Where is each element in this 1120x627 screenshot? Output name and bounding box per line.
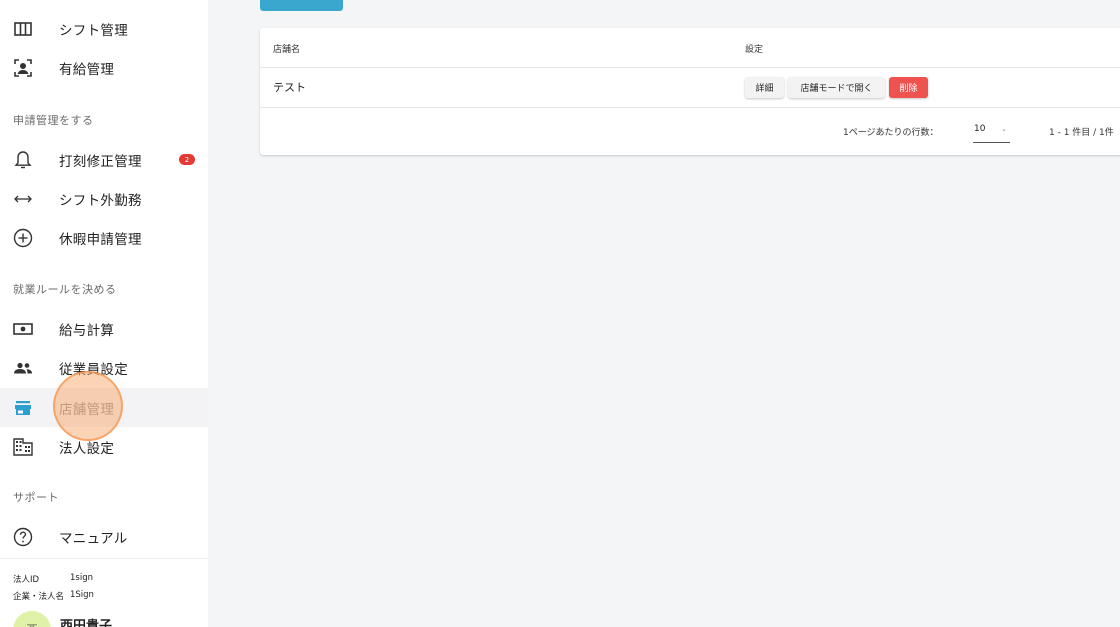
corp-id-value: 1sign: [70, 573, 93, 583]
sidebar-item-label: 給与計算: [59, 322, 115, 339]
avatar[interactable]: 西: [13, 611, 51, 627]
sidebar-item-label: 休暇申請管理: [59, 231, 142, 248]
delete-button[interactable]: 削除: [889, 77, 928, 98]
money-icon: [12, 318, 34, 340]
notification-badge: 2: [179, 154, 195, 165]
sidebar-item-employee-settings[interactable]: 従業員設定: [0, 348, 208, 387]
bell-icon: [12, 149, 34, 171]
column-header-store-name: 店舗名: [273, 45, 301, 55]
people-icon: [12, 357, 34, 379]
pagination-range: 1 - 1 件目 / 1件: [1049, 128, 1114, 138]
sidebar-item-punch-correction[interactable]: 打刻修正管理 2: [0, 140, 208, 179]
rows-per-page-value: 10: [974, 124, 986, 134]
store-table: 店舗名 設定 テスト 詳細 店舗モードで開く 削除 1ページあたりの行数： 10…: [260, 28, 1120, 155]
sidebar-item-store-management[interactable]: 店舗管理: [0, 388, 208, 427]
sidebar-item-payroll[interactable]: 給与計算: [0, 309, 208, 348]
open-store-mode-button[interactable]: 店舗モードで開く: [788, 77, 885, 98]
help-circle-icon: [12, 526, 34, 548]
add-circle-icon: [12, 227, 34, 249]
corp-name-row: 企業・法人名 1Sign: [13, 590, 94, 602]
row-divider: [260, 107, 1120, 108]
section-label-rules: 就業ルールを決める: [13, 283, 117, 296]
corp-id-row: 法人ID 1sign: [13, 573, 93, 585]
rows-per-page-select[interactable]: 10 ⌄: [973, 121, 1010, 143]
corp-id-label: 法人ID: [13, 575, 40, 585]
sidebar: シフト管理 有給管理 申請管理をする 打刻修正管理 2 シフト外勤務 休暇申請管…: [0, 0, 208, 627]
building-icon: [12, 436, 34, 458]
user-name[interactable]: 西田貴子: [60, 615, 112, 627]
corp-name-value: 1Sign: [70, 590, 94, 600]
columns-icon: [12, 18, 34, 40]
column-header-settings: 設定: [745, 45, 764, 55]
sidebar-item-label: 打刻修正管理: [59, 153, 142, 170]
sidebar-item-leave-request[interactable]: 休暇申請管理: [0, 218, 208, 257]
sidebar-item-label: シフト管理: [59, 22, 128, 39]
sidebar-item-paid-leave[interactable]: 有給管理: [0, 48, 208, 87]
store-name-cell: テスト: [273, 81, 306, 94]
store-icon: [12, 397, 34, 419]
rows-per-page-label: 1ページあたりの行数：: [843, 128, 939, 138]
section-label-requests: 申請管理をする: [13, 114, 94, 127]
sidebar-item-label: 有給管理: [59, 61, 115, 78]
sidebar-divider: [0, 558, 208, 559]
section-label-support: サポート: [13, 491, 59, 504]
person-frame-icon: [12, 57, 34, 79]
add-store-button[interactable]: [260, 0, 343, 11]
sidebar-item-label: 法人設定: [59, 440, 115, 457]
sidebar-item-off-shift-work[interactable]: シフト外勤務: [0, 179, 208, 218]
sidebar-item-label: シフト外勤務: [59, 192, 142, 209]
chevron-down-icon: ⌄: [1001, 125, 1007, 133]
arrows-horizontal-icon: [12, 188, 34, 210]
corp-name-label: 企業・法人名: [13, 592, 65, 602]
detail-button[interactable]: 詳細: [745, 77, 784, 98]
sidebar-item-label: マニュアル: [59, 530, 128, 547]
header-divider: [260, 67, 1120, 68]
sidebar-item-shift[interactable]: シフト管理: [0, 9, 208, 48]
sidebar-item-label: 従業員設定: [59, 361, 128, 378]
sidebar-item-corporate-settings[interactable]: 法人設定: [0, 427, 208, 466]
sidebar-item-label: 店舗管理: [59, 401, 115, 418]
sidebar-item-manual[interactable]: マニュアル: [0, 517, 208, 556]
